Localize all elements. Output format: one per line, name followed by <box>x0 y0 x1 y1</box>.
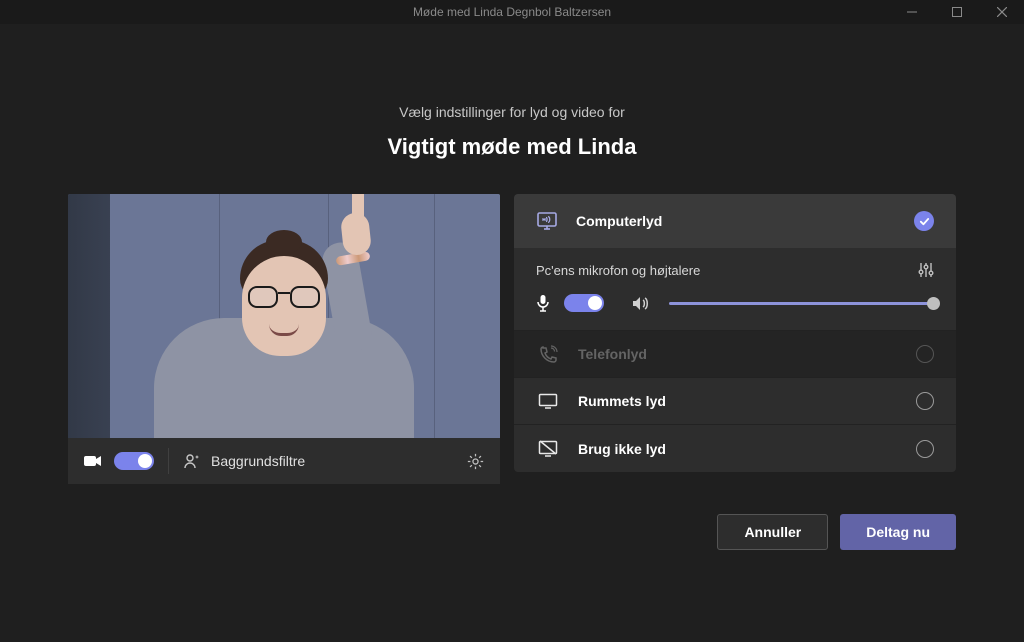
audio-device-settings-button[interactable] <box>918 262 934 278</box>
no-audio-icon <box>536 440 560 457</box>
computer-audio-body: Pc'ens mikrofon og højtalere <box>514 248 956 330</box>
preview-person <box>154 228 414 438</box>
option-no-audio[interactable]: Brug ikke lyd <box>514 425 956 472</box>
person-sparkle-icon <box>183 452 201 470</box>
speaker-icon <box>632 296 649 311</box>
video-settings-button[interactable] <box>467 453 484 470</box>
titlebar: Møde med Linda Degnbol Baltzersen <box>0 0 1024 24</box>
camera-icon <box>84 454 102 468</box>
phone-audio-label: Telefonlyd <box>578 346 898 362</box>
meeting-title: Vigtigt møde med Linda <box>388 134 637 160</box>
room-audio-label: Rummets lyd <box>578 393 898 409</box>
radio-indicator[interactable] <box>916 392 934 410</box>
join-now-button[interactable]: Deltag nu <box>840 514 956 550</box>
minimize-icon <box>907 7 917 17</box>
content-area: Vælg indstillinger for lyd og video for … <box>0 24 1024 642</box>
prejoin-main-row: Baggrundsfiltre Computerlyd <box>68 194 956 484</box>
window-controls <box>889 0 1024 24</box>
no-audio-label: Brug ikke lyd <box>578 441 898 457</box>
camera-preview <box>68 194 500 438</box>
option-room-audio[interactable]: Rummets lyd <box>514 378 956 425</box>
radio-indicator <box>916 345 934 363</box>
footer-buttons: Annuller Deltag nu <box>68 514 956 550</box>
microphone-toggle[interactable] <box>564 294 604 312</box>
cancel-button[interactable]: Annuller <box>717 514 828 550</box>
microphone-icon <box>536 295 550 312</box>
volume-knob[interactable] <box>927 297 940 310</box>
volume-slider[interactable] <box>669 302 934 305</box>
option-computer-audio[interactable]: Computerlyd Pc'ens mikrofon og højtalere <box>514 194 956 331</box>
window-title: Møde med Linda Degnbol Baltzersen <box>413 5 611 19</box>
selected-check-icon <box>914 211 934 231</box>
radio-indicator[interactable] <box>916 440 934 458</box>
divider <box>168 448 169 474</box>
prejoin-subtitle: Vælg indstillinger for lyd og video for <box>399 104 625 120</box>
background-filters-label: Baggrundsfiltre <box>211 453 305 469</box>
computer-audio-icon <box>536 211 558 231</box>
minimize-button[interactable] <box>889 0 934 24</box>
phone-audio-icon <box>536 345 560 364</box>
video-controls-bar: Baggrundsfiltre <box>68 438 500 484</box>
camera-toggle[interactable] <box>114 452 154 470</box>
computer-audio-label: Computerlyd <box>576 213 896 229</box>
room-audio-icon <box>536 393 560 409</box>
close-button[interactable] <box>979 0 1024 24</box>
close-icon <box>997 7 1007 17</box>
option-phone-audio: Telefonlyd <box>514 331 956 378</box>
audio-device-label: Pc'ens mikrofon og højtalere <box>536 263 700 278</box>
maximize-icon <box>952 7 962 17</box>
background-filters-button[interactable]: Baggrundsfiltre <box>183 452 455 470</box>
meeting-prejoin-window: Møde med Linda Degnbol Baltzersen Vælg i… <box>0 0 1024 642</box>
video-panel: Baggrundsfiltre <box>68 194 500 484</box>
audio-options-panel: Computerlyd Pc'ens mikrofon og højtalere <box>514 194 956 484</box>
maximize-button[interactable] <box>934 0 979 24</box>
